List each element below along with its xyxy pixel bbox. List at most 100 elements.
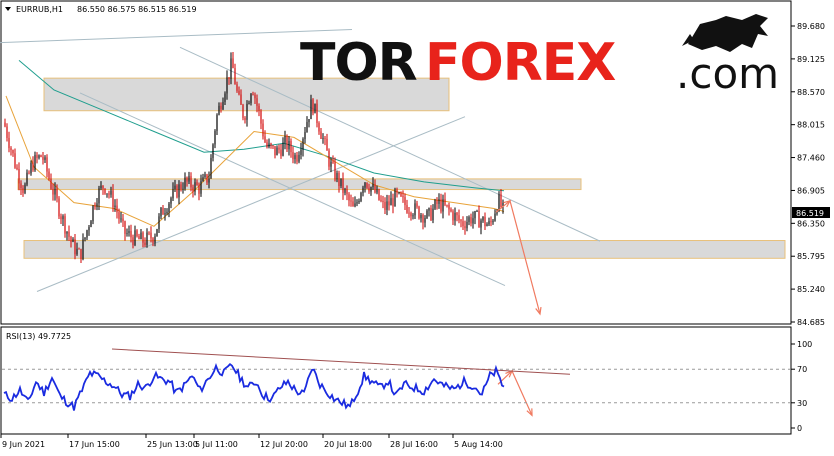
- candle-body: [262, 123, 264, 137]
- candle-body: [256, 98, 258, 106]
- candle-body: [188, 176, 190, 182]
- candle-body: [298, 154, 300, 162]
- candle-body: [274, 146, 276, 156]
- candle-body: [336, 172, 338, 180]
- candle-body: [88, 227, 90, 231]
- candle-body: [384, 201, 386, 210]
- candle-body: [492, 220, 494, 223]
- candle-body: [46, 157, 48, 172]
- candle-body: [24, 184, 26, 193]
- candle-body: [458, 215, 460, 221]
- candle-body: [192, 187, 194, 192]
- candle-body: [180, 184, 182, 190]
- candle-body: [380, 199, 382, 201]
- candle-body: [92, 205, 94, 222]
- candle-body: [110, 190, 112, 195]
- candle-body: [184, 177, 186, 189]
- candle-body: [190, 176, 192, 188]
- candle-body: [412, 215, 414, 217]
- price-tick-label: 87.460: [797, 154, 825, 163]
- time-tick-label: 5 Aug 14:00: [454, 440, 503, 449]
- candle-body: [160, 207, 162, 217]
- candle-body: [120, 218, 122, 220]
- candle-body: [72, 238, 74, 242]
- candle-body: [30, 162, 32, 174]
- candle-body: [444, 199, 446, 205]
- candle-body: [154, 236, 156, 243]
- candle-body: [178, 184, 180, 198]
- candle-body: [96, 203, 98, 207]
- candle-body: [200, 181, 202, 194]
- price-tick-label: 86.350: [797, 219, 825, 228]
- candle-body: [494, 213, 496, 221]
- candle-body: [246, 103, 248, 120]
- candle-body: [278, 147, 280, 150]
- candle-body: [316, 103, 318, 124]
- candle-body: [240, 94, 242, 105]
- candle-body: [418, 206, 420, 219]
- candle-body: [146, 232, 148, 245]
- candle-body: [52, 188, 54, 195]
- ohlc-values: 86.550 86.575 86.515 86.519: [77, 5, 197, 14]
- candle-body: [144, 242, 146, 245]
- candle-body: [474, 211, 476, 219]
- candle-body: [394, 189, 396, 207]
- candle-body: [362, 187, 364, 193]
- candle-body: [396, 189, 398, 193]
- candle-body: [90, 221, 92, 228]
- candle-body: [368, 187, 370, 192]
- candle-body: [12, 149, 14, 154]
- candle-body: [84, 237, 86, 240]
- price-tick-label: 85.795: [797, 252, 825, 261]
- candle-body: [152, 238, 154, 243]
- candle-body: [22, 188, 24, 193]
- candle-body: [420, 214, 422, 219]
- rsi-axis: 100 70 30 0: [791, 340, 812, 433]
- candle-body: [130, 231, 132, 238]
- candle-body: [4, 122, 6, 127]
- candle-body: [116, 205, 118, 213]
- candle-body: [410, 213, 412, 217]
- candle-body: [442, 199, 444, 212]
- candle-body: [310, 99, 312, 120]
- rsi-header: RSI(13) 49.7725: [6, 332, 71, 341]
- candle-body: [210, 157, 212, 179]
- candle-body: [54, 188, 56, 195]
- candle-body: [170, 198, 172, 204]
- candle-body: [50, 178, 52, 189]
- candle-body: [356, 202, 358, 204]
- logo-text-com: .com: [676, 49, 779, 98]
- candle-body: [422, 214, 424, 223]
- candle-body: [142, 232, 144, 243]
- candle-body: [370, 187, 372, 192]
- candle-body: [224, 93, 226, 102]
- candle-body: [162, 207, 164, 215]
- candle-body: [304, 132, 306, 139]
- candle-body: [82, 239, 84, 260]
- candle-body: [176, 185, 178, 198]
- candle-body: [158, 216, 160, 230]
- candle-body: [136, 230, 138, 237]
- candle-body: [248, 103, 250, 104]
- candle-body: [404, 197, 406, 206]
- time-tick-label: 17 Jun 15:00: [69, 440, 120, 449]
- candle-body: [242, 104, 244, 118]
- candle-body: [14, 153, 16, 168]
- chart-canvas: TOR FOREX .com EURRUB,H1 86.550 86.575 8…: [0, 0, 830, 449]
- candle-body: [292, 152, 294, 160]
- candle-body: [290, 141, 292, 153]
- candle-body: [204, 174, 206, 177]
- candle-body: [434, 200, 436, 209]
- time-tick-label: 5 Jul 11:00: [195, 440, 238, 449]
- candle-body: [366, 182, 368, 188]
- rsi-tick-label: 100: [797, 340, 812, 349]
- price-zone: [23, 240, 786, 259]
- candle-body: [286, 136, 288, 150]
- candle-body: [386, 201, 388, 210]
- candle-body: [118, 212, 120, 219]
- candle-body: [94, 205, 96, 207]
- candle-body: [102, 185, 104, 189]
- candle-body: [198, 185, 200, 194]
- candle-body: [312, 99, 314, 114]
- candle-body: [26, 172, 28, 185]
